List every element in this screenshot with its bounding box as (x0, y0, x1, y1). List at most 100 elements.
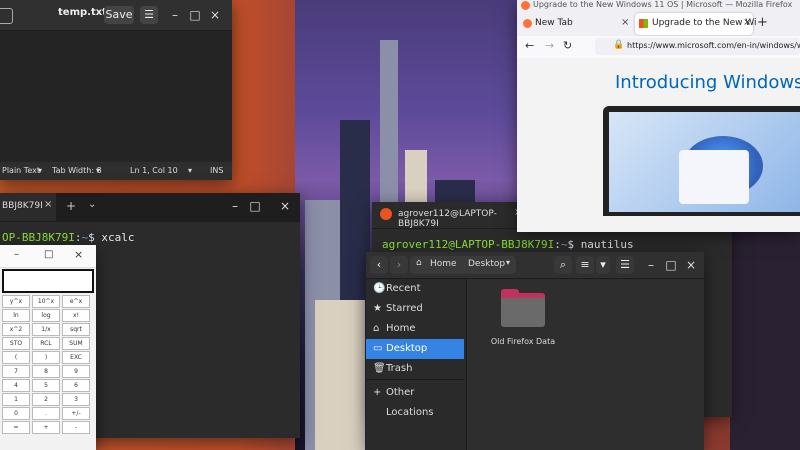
language-selector[interactable]: Plain Text (2, 162, 40, 180)
forward-icon[interactable]: → (545, 39, 554, 52)
maximize-icon[interactable]: □ (662, 256, 680, 274)
close-icon[interactable]: × (276, 197, 294, 215)
xcalc-titlebar: – □ × (0, 245, 96, 268)
home-icon: ⌂ (373, 323, 380, 334)
calc-key[interactable]: x^2 (2, 323, 30, 336)
home-icon: ⌂ (416, 258, 422, 268)
minimize-icon[interactable]: – (166, 6, 184, 24)
calc-key[interactable]: y^x (2, 295, 30, 308)
maximize-icon[interactable]: □ (44, 249, 53, 260)
view-options-icon[interactable]: ≡ (576, 256, 594, 274)
cursor-position[interactable]: Ln 1, Col 10 (130, 162, 178, 180)
calc-key[interactable]: STO (2, 337, 30, 350)
calc-key[interactable]: log (32, 309, 60, 322)
sidebar-item-recent[interactable]: 🕒 Recent (366, 279, 464, 299)
sidebar-item-other-locations[interactable]: + Other Locations (366, 383, 464, 418)
search-icon[interactable]: ⌕ (554, 256, 572, 274)
tab-label: Upgrade to the New Wi (652, 18, 757, 28)
firefox-tabbar: New Tab × Upgrade to the New Wi × + (517, 12, 800, 36)
firefox-icon (523, 19, 532, 28)
calc-key[interactable]: +/- (62, 407, 90, 420)
prompt-symbol: $ (567, 238, 575, 251)
forward-icon[interactable]: › (390, 256, 408, 274)
calc-key[interactable]: 1 (2, 393, 30, 406)
editor-open-icon[interactable] (0, 8, 13, 24)
sidebar-item-home[interactable]: ⌂ Home (366, 319, 464, 339)
page-heading: Introducing Windows (615, 72, 800, 93)
chevron-down-icon[interactable]: ▾ (506, 258, 510, 267)
save-button[interactable]: Save (104, 6, 134, 24)
calc-key[interactable]: sqrt (62, 323, 90, 336)
calc-key[interactable]: 1/x (32, 323, 60, 336)
close-tab-icon[interactable]: × (621, 17, 629, 28)
calc-key[interactable]: + (32, 421, 60, 434)
minimize-icon[interactable]: – (14, 249, 19, 260)
calc-key[interactable]: = (2, 421, 30, 434)
terminal-tab[interactable]: BBJ8K79I × (0, 193, 56, 221)
back-icon[interactable]: ‹ (370, 256, 388, 274)
firefox-window: Upgrade to the New Windows 11 OS | Micro… (517, 0, 800, 232)
calc-key[interactable]: . (32, 407, 60, 420)
reload-icon[interactable]: ↻ (563, 39, 572, 52)
new-tab-icon[interactable]: + (66, 199, 76, 213)
calc-key[interactable]: 2 (32, 393, 60, 406)
chevron-down-icon: ▾ (188, 166, 193, 175)
window-title: Upgrade to the New Windows 11 OS | Micro… (533, 0, 793, 9)
new-tab-icon[interactable]: + (757, 15, 768, 30)
calc-key[interactable]: 3 (62, 393, 90, 406)
calc-key[interactable]: 4 (2, 379, 30, 392)
close-icon[interactable]: × (74, 248, 83, 261)
calc-key[interactable]: 6 (62, 379, 90, 392)
chevron-down-icon[interactable]: ▾ (596, 256, 610, 274)
chevron-down-icon[interactable]: ⌄ (88, 199, 96, 210)
close-icon[interactable]: × (682, 256, 700, 274)
close-icon[interactable]: × (206, 6, 224, 24)
maximize-icon[interactable]: □ (186, 6, 204, 24)
hamburger-icon[interactable]: ☰ (616, 256, 634, 274)
calc-key[interactable]: x! (62, 309, 90, 322)
back-icon[interactable]: ← (525, 39, 534, 52)
lock-icon: 🔒 (613, 40, 625, 50)
calc-key[interactable]: 7 (2, 365, 30, 378)
minimize-icon[interactable]: – (226, 197, 244, 215)
calc-key[interactable]: ln (2, 309, 30, 322)
calc-key[interactable]: ( (2, 351, 30, 364)
url-bar[interactable]: 🔒 https://www.microsoft.com/en-in/window… (595, 38, 800, 55)
calc-key[interactable]: 10^x (32, 295, 60, 308)
sidebar-item-trash[interactable]: 🗑 Trash (366, 359, 464, 379)
path-bar: ⌂ Home Desktop ▾ (410, 256, 516, 274)
calc-key[interactable]: e^x (62, 295, 90, 308)
calc-key[interactable]: SUM (62, 337, 90, 350)
path-home[interactable]: Home (430, 259, 457, 269)
calc-key[interactable]: RCL (32, 337, 60, 350)
calc-key[interactable]: 8 (32, 365, 60, 378)
folder-item[interactable]: Old Firefox Data (491, 287, 555, 347)
maximize-icon[interactable]: □ (246, 197, 264, 215)
calc-key[interactable]: 0 (2, 407, 30, 420)
calc-key[interactable]: - (62, 421, 90, 434)
desktop-icon: ▭ (373, 343, 383, 354)
chevron-down-icon: ▾ (38, 166, 43, 175)
xcalc-window: – □ × y^x 10^x e^x ln log x! x^2 1/x sqrt STO RCL S… (0, 245, 96, 450)
sidebar-item-desktop[interactable]: ▭ Desktop (366, 339, 464, 359)
laptop-image (603, 106, 800, 216)
editor-text-area[interactable] (0, 31, 232, 161)
calc-key[interactable]: ) (32, 351, 60, 364)
calc-key[interactable]: 5 (32, 379, 60, 392)
terminal-tab[interactable]: agrover112@LAPTOP-BBJ8K79I × (372, 202, 530, 229)
sidebar-item-starred[interactable]: ★ Starred (366, 299, 464, 319)
clock-icon: 🕒 (373, 283, 386, 294)
trash-icon: 🗑 (373, 363, 386, 374)
sidebar-divider (366, 379, 464, 380)
calc-key[interactable]: 9 (62, 365, 90, 378)
tab-new-tab[interactable]: New Tab × (519, 13, 631, 35)
path-desktop[interactable]: Desktop (468, 259, 505, 269)
close-tab-icon[interactable]: × (44, 199, 52, 210)
hamburger-icon[interactable]: ☰ (140, 6, 158, 24)
calc-key[interactable]: EXC (62, 351, 90, 364)
tab-upgrade[interactable]: Upgrade to the New Wi × (635, 13, 757, 35)
terminal-command: nautilus (580, 238, 634, 251)
close-tab-icon[interactable]: × (743, 17, 751, 28)
minimize-icon[interactable]: – (642, 256, 660, 274)
tab-width-selector[interactable]: Tab Width: 8 (52, 162, 102, 180)
